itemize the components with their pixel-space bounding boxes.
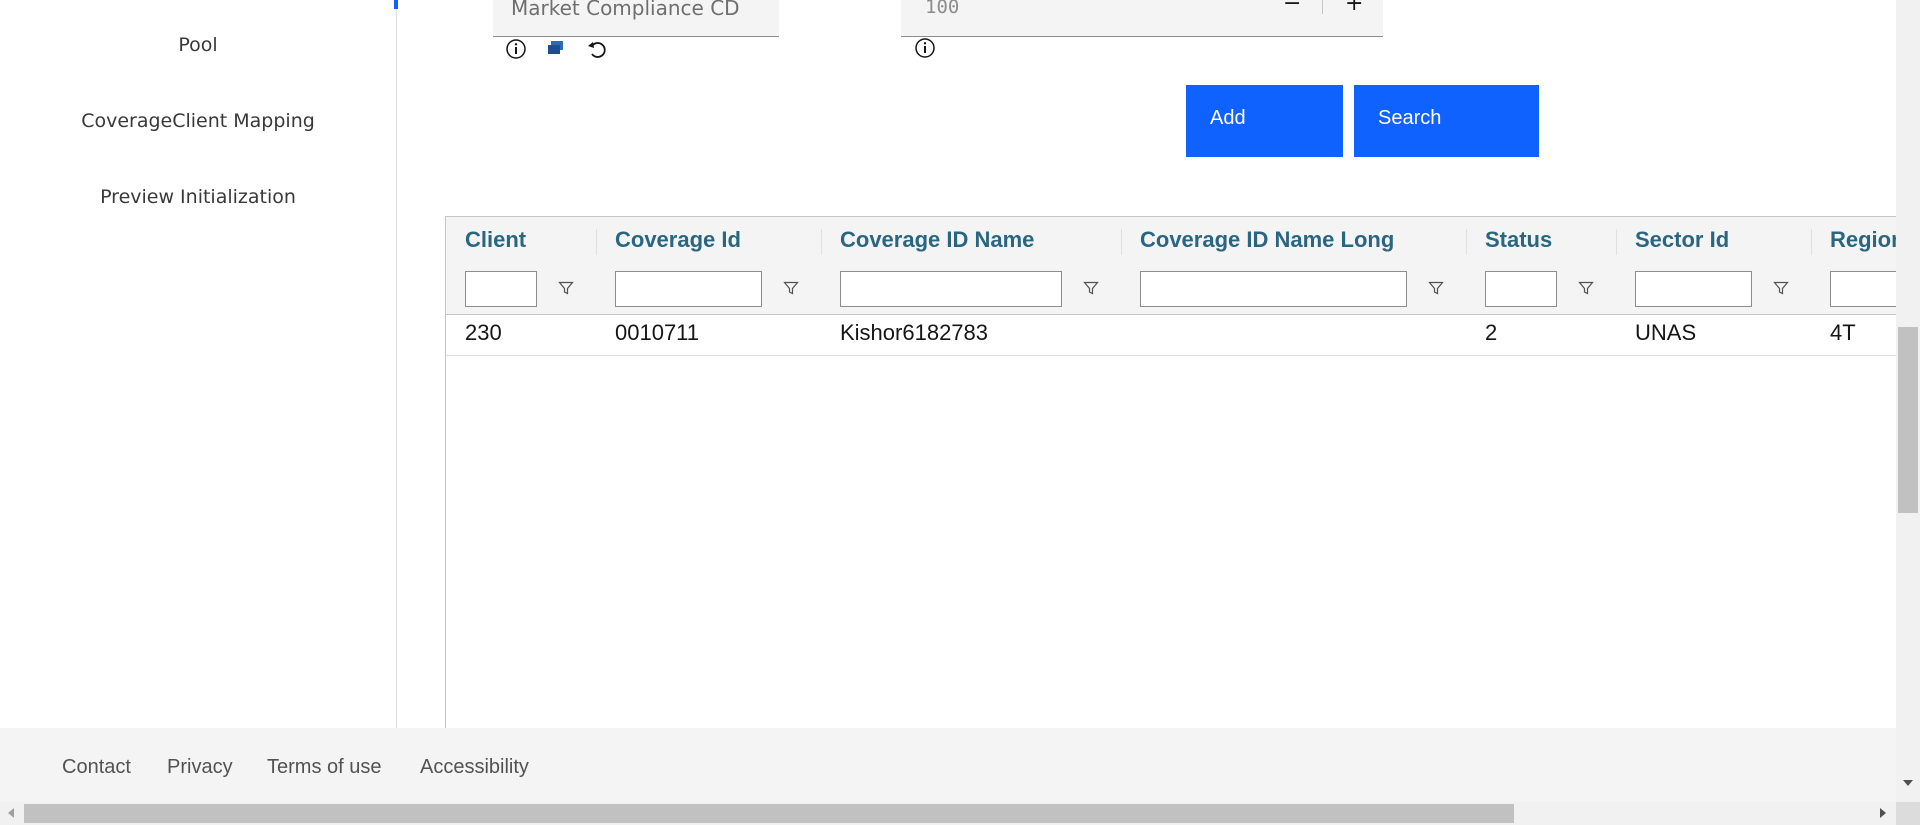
sidebar-item-coverageclient-mapping[interactable]: CoverageClient Mapping (0, 110, 396, 132)
footer-link-accessibility[interactable]: Accessibility (420, 756, 529, 779)
column-header-coverage-id[interactable]: Coverage Id (615, 227, 741, 253)
column-divider[interactable] (1121, 229, 1122, 255)
scroll-right-arrow-icon[interactable] (1880, 808, 1886, 818)
sector-id-filter-input[interactable] (1635, 271, 1752, 307)
copy-icon[interactable] (545, 38, 567, 60)
info-icon[interactable] (914, 37, 936, 59)
filter-icon[interactable] (1428, 280, 1444, 296)
coverage-id-name-long-filter-input[interactable] (1140, 271, 1407, 307)
footer-link-contact[interactable]: Contact (62, 756, 131, 779)
row-divider (446, 355, 1901, 356)
column-divider[interactable] (1466, 229, 1467, 255)
filter-icon[interactable] (1083, 280, 1099, 296)
cell-status: 2 (1485, 320, 1498, 345)
increment-button[interactable]: + (1345, 0, 1363, 16)
coverage-id-filter-input[interactable] (615, 271, 762, 307)
number-stepper-field[interactable]: 100 − + (901, 0, 1383, 37)
filter-icon[interactable] (783, 280, 799, 296)
vertical-scrollbar[interactable] (1896, 0, 1920, 802)
search-button[interactable]: Search (1354, 85, 1539, 157)
cell-coverage-id-name: Kishor6182783 (840, 320, 989, 345)
column-header-coverage-id-name[interactable]: Coverage ID Name (840, 227, 1034, 253)
filter-icon[interactable] (558, 280, 574, 296)
add-button[interactable]: Add (1186, 85, 1343, 157)
cell-coverage-id: 0010711 (615, 320, 700, 345)
column-divider[interactable] (821, 229, 822, 255)
column-divider[interactable] (1616, 229, 1617, 255)
cell-client: 230 (465, 320, 502, 345)
sidebar-nav: Pool CoverageClient Mapping Preview Init… (0, 0, 398, 728)
horizontal-scroll-thumb[interactable] (24, 804, 1514, 823)
cell-sector-id: UNAS (1635, 320, 1697, 345)
horizontal-scrollbar[interactable] (0, 802, 1896, 825)
decrement-button[interactable]: − (1283, 0, 1301, 16)
info-icon[interactable] (505, 38, 527, 60)
active-indicator (394, 0, 398, 9)
column-header-status[interactable]: Status (1485, 227, 1552, 253)
column-divider[interactable] (1811, 229, 1812, 255)
column-header-client[interactable]: Client (465, 227, 526, 253)
sidebar-item-pool[interactable]: Pool (0, 34, 396, 56)
footer-link-privacy[interactable]: Privacy (167, 756, 233, 779)
sidebar-item-preview-initialization[interactable]: Preview Initialization (0, 186, 396, 208)
status-filter-input[interactable] (1485, 271, 1557, 307)
coverage-id-name-filter-input[interactable] (840, 271, 1062, 307)
coverage-table: Client Coverage Id Coverage ID Name Cove… (445, 216, 1901, 730)
scroll-left-arrow-icon[interactable] (8, 808, 14, 818)
footer-link-terms-of-use[interactable]: Terms of use (267, 756, 381, 779)
column-header-region[interactable]: Region (1830, 227, 1901, 253)
market-compliance-value: Market Compliance CD (511, 0, 740, 20)
footer: Contact Privacy Terms of use Accessibili… (0, 728, 1896, 802)
filter-icon[interactable] (1578, 280, 1594, 296)
filter-icon[interactable] (1773, 280, 1789, 296)
number-stepper-value: 100 (925, 0, 960, 18)
column-divider[interactable] (596, 229, 597, 255)
scrollbar-corner (1896, 802, 1920, 825)
stepper-divider (1322, 0, 1323, 14)
column-header-sector-id[interactable]: Sector Id (1635, 227, 1729, 253)
reset-icon[interactable] (586, 38, 608, 60)
client-filter-input[interactable] (465, 271, 537, 307)
vertical-scroll-thumb[interactable] (1898, 327, 1918, 513)
scroll-down-arrow-icon[interactable] (1903, 780, 1913, 786)
cell-region: 4T (1830, 320, 1856, 345)
market-compliance-field[interactable]: Market Compliance CD (493, 0, 779, 37)
region-filter-input[interactable] (1830, 271, 1901, 307)
column-header-coverage-id-name-long[interactable]: Coverage ID Name Long (1140, 227, 1394, 253)
